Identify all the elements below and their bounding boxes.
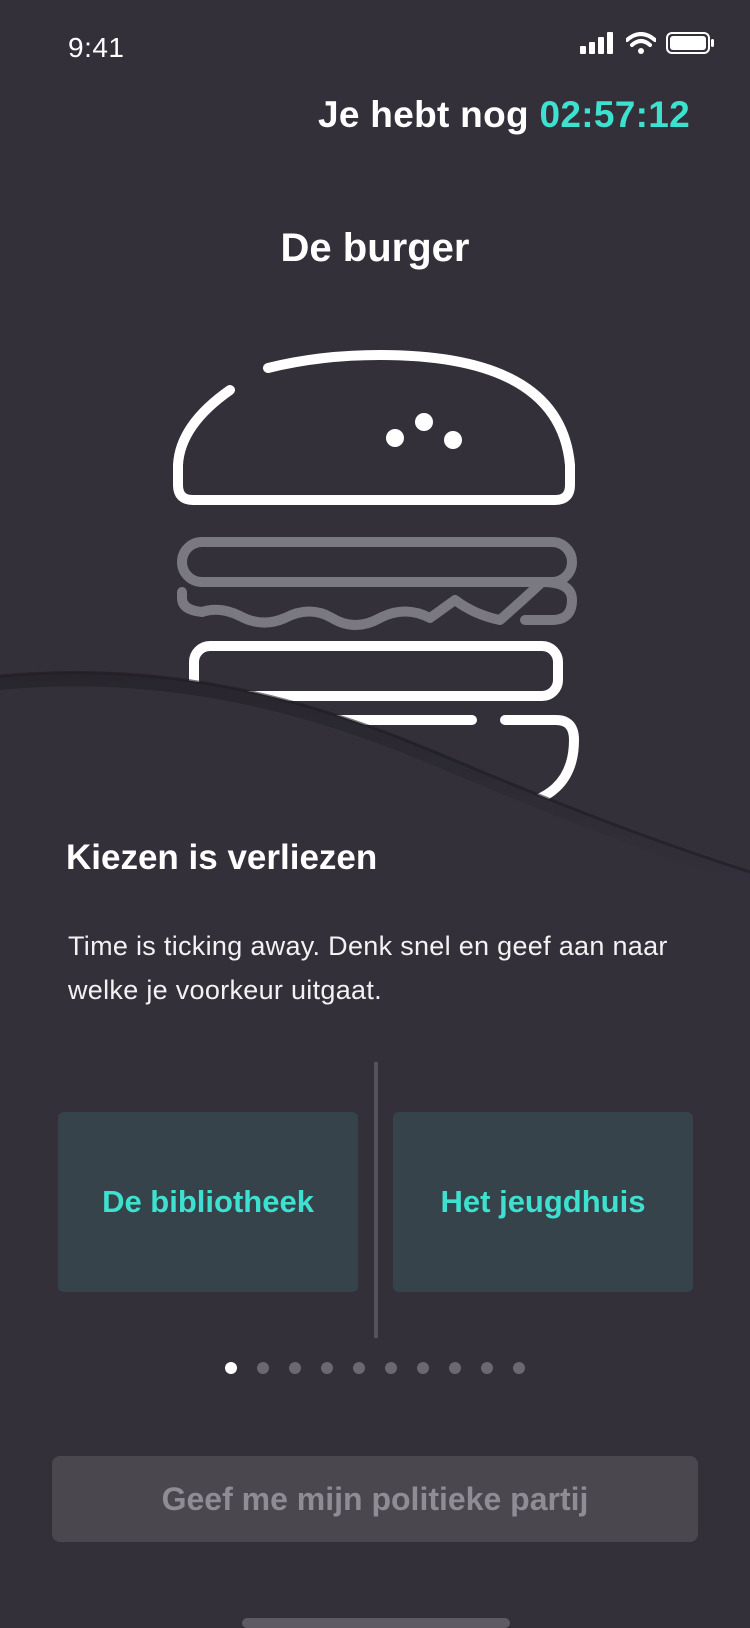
battery-icon [666,32,714,54]
get-party-button[interactable]: Geef me mijn politieke partij [52,1456,698,1542]
pagination-dot [385,1362,397,1374]
question-title: De burger [280,226,470,270]
wave-divider [0,670,750,940]
pagination-dots [0,1362,750,1374]
status-bar: 9:41 [0,0,750,96]
option-right-button[interactable]: Het jeugdhuis [393,1112,693,1292]
status-icons [580,32,714,54]
pagination-dot [289,1362,301,1374]
status-time: 9:41 [68,32,125,63]
pagination-dot [481,1362,493,1374]
countdown-timer: Je hebt nog 02:57:12 [318,94,690,136]
pagination-dot [449,1362,461,1374]
pagination-dot [321,1362,333,1374]
signal-icon [580,32,613,54]
pagination-dot [257,1362,269,1374]
timer-value: 02:57:12 [539,94,690,135]
pagination-dot [353,1362,365,1374]
options-divider [374,1062,378,1338]
pagination-dot [417,1362,429,1374]
section-description: Time is ticking away. Denk snel en geef … [68,931,668,1005]
option-left-button[interactable]: De bibliotheek [58,1112,358,1292]
wifi-icon [626,32,656,54]
pagination-dot [225,1362,237,1374]
section-title: Kiezen is verliezen [66,838,378,877]
pagination-dot [513,1362,525,1374]
timer-prefix: Je hebt nog [317,94,529,135]
home-indicator [242,1618,510,1628]
